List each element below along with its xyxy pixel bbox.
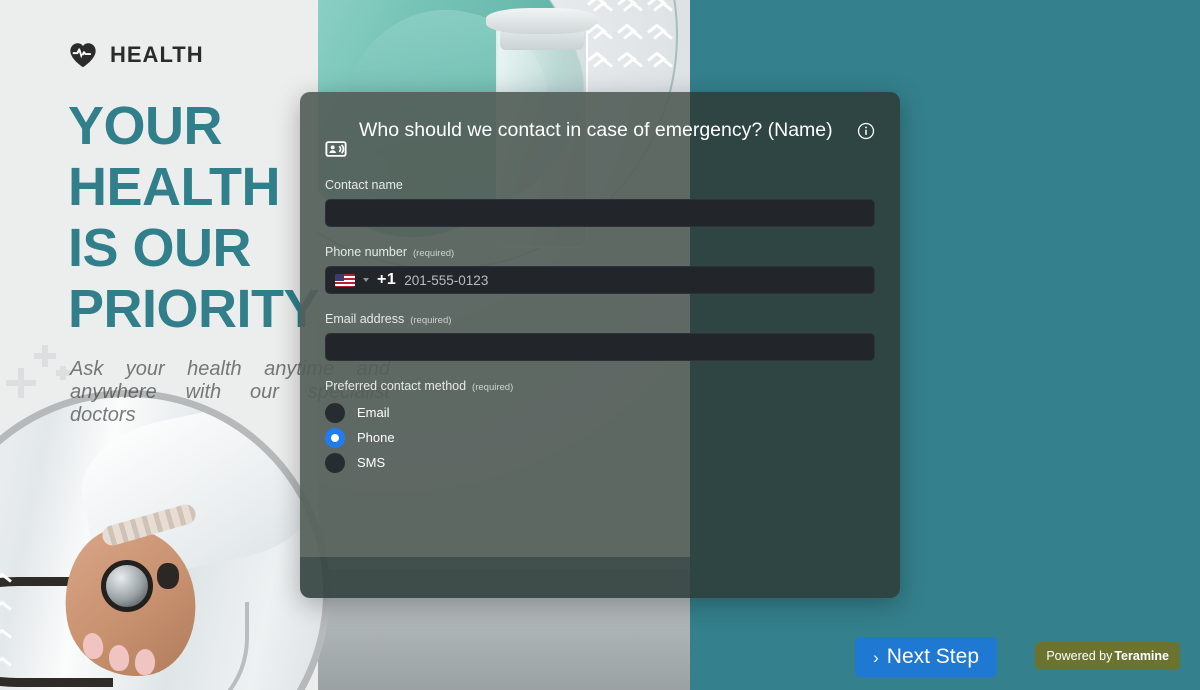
radio-label-sms: SMS xyxy=(357,455,386,470)
chevron-down-icon[interactable] xyxy=(363,278,369,282)
radio-option-phone[interactable]: Phone xyxy=(325,425,875,450)
modal-question: Who should we contact in case of emergen… xyxy=(359,119,833,141)
plus-decoration xyxy=(6,368,36,398)
phone-number-field: Phone number (required) +1 201-555-0123 xyxy=(325,245,875,294)
preferred-contact-method-label: Preferred contact method xyxy=(325,379,467,393)
radio-option-sms[interactable]: SMS xyxy=(325,450,875,475)
next-step-button[interactable]: › Next Step xyxy=(855,637,997,677)
next-step-label: Next Step xyxy=(886,645,979,668)
plus-decoration xyxy=(56,366,70,380)
emergency-contact-modal: Who should we contact in case of emergen… xyxy=(300,92,900,598)
preferred-contact-method-label-row: Preferred contact method (required) xyxy=(325,379,875,393)
radio-label-email: Email xyxy=(357,405,390,420)
dial-code: +1 xyxy=(377,271,397,288)
phone-number-input[interactable]: +1 201-555-0123 xyxy=(325,266,875,294)
stethoscope-earpiece xyxy=(157,563,179,589)
chevron-right-icon: › xyxy=(873,647,879,667)
email-address-label: Email address xyxy=(325,312,405,326)
preferred-contact-method-required-tag: (required) xyxy=(472,382,514,393)
heart-pulse-icon xyxy=(70,43,96,68)
powered-by-prefix: Powered by xyxy=(1046,649,1113,663)
contact-card-icon xyxy=(325,141,347,157)
phone-number-label-row: Phone number (required) xyxy=(325,245,875,259)
brand-logo[interactable]: HEALTH xyxy=(68,40,204,70)
contact-method-radio-group: Email Phone SMS xyxy=(325,400,875,475)
phone-number-required-tag: (required) xyxy=(413,248,455,259)
email-address-required-tag: (required) xyxy=(410,315,452,326)
contact-name-label-row: Contact name xyxy=(325,178,875,192)
contact-name-field: Contact name xyxy=(325,178,875,227)
email-address-label-row: Email address (required) xyxy=(325,312,875,326)
phone-placeholder: 201-555-0123 xyxy=(404,272,489,288)
brand-name: HEALTH xyxy=(110,42,204,67)
page-root: HEALTH YOUR HEALTH IS OUR PRIORITY Ask y… xyxy=(0,0,1200,690)
radio-button-phone[interactable] xyxy=(325,427,345,448)
radio-label-phone: Phone xyxy=(357,430,395,445)
powered-by-badge[interactable]: Powered by Teramine xyxy=(1035,642,1180,670)
radio-option-email[interactable]: Email xyxy=(325,400,875,425)
email-address-input[interactable] xyxy=(325,333,875,361)
stethoscope-wire xyxy=(139,602,249,690)
radio-button-email[interactable] xyxy=(325,402,345,423)
contact-name-label: Contact name xyxy=(325,178,403,192)
info-icon[interactable] xyxy=(857,122,875,140)
modal-header: Who should we contact in case of emergen… xyxy=(325,116,875,160)
radio-button-sms[interactable] xyxy=(325,452,345,473)
jar-lid xyxy=(486,8,598,34)
modal-content: Who should we contact in case of emergen… xyxy=(300,92,900,598)
us-flag-icon[interactable] xyxy=(335,273,355,287)
plus-decoration xyxy=(34,345,56,367)
doctor-photo xyxy=(0,390,330,690)
email-address-field: Email address (required) xyxy=(325,312,875,361)
phone-number-label: Phone number xyxy=(325,245,408,259)
preferred-contact-method-field: Preferred contact method (required) Emai… xyxy=(325,379,875,475)
contact-name-input[interactable] xyxy=(325,199,875,227)
powered-by-brand: Teramine xyxy=(1114,649,1169,663)
